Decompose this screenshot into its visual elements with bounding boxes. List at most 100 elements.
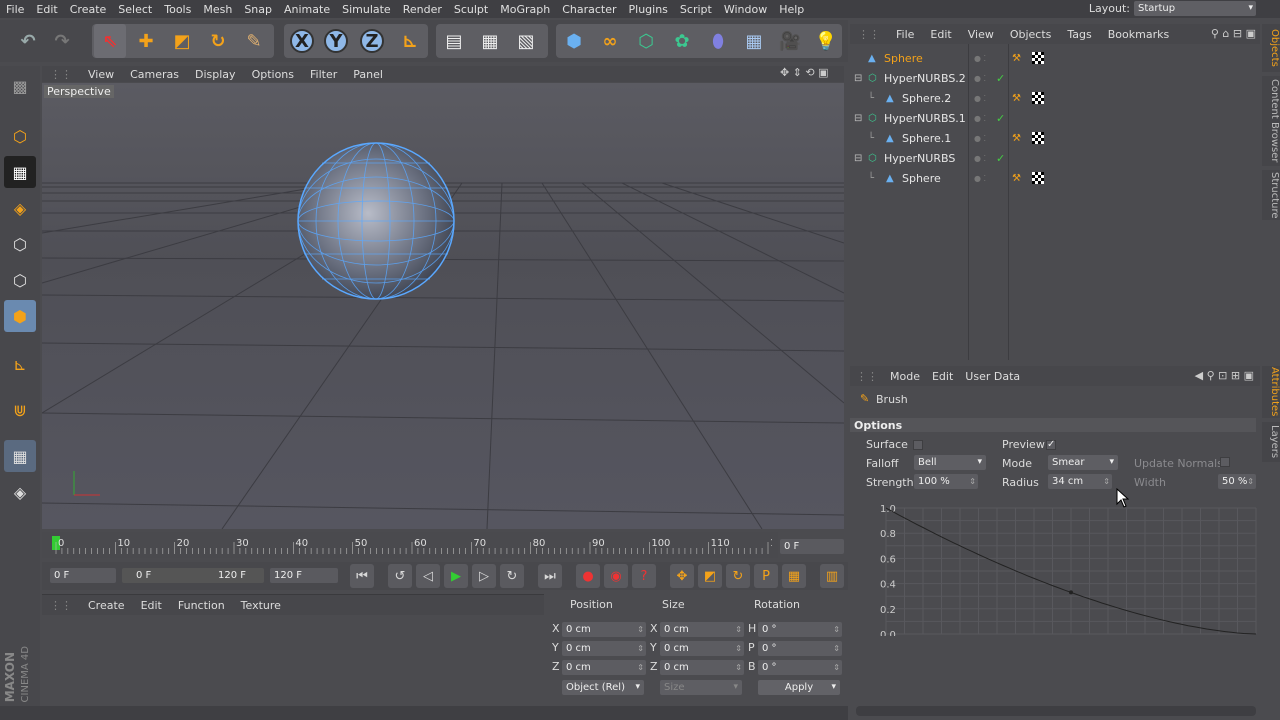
menu-simulate[interactable]: Simulate xyxy=(336,3,397,16)
object-row[interactable]: ⊟ ⬡ HyperNURBS ● ⁚ ✓ xyxy=(850,148,1260,168)
viewport-menu-filter[interactable]: Filter xyxy=(302,68,345,81)
cube-icon[interactable]: ⬢ xyxy=(558,24,590,58)
strength-field[interactable]: 100 % xyxy=(914,474,978,489)
key-rotation-icon[interactable]: ↻ xyxy=(726,564,750,588)
select-arrow-icon[interactable]: ⇖ xyxy=(94,24,126,58)
menu-character[interactable]: Character xyxy=(556,3,622,16)
viewport-menu-options[interactable]: Options xyxy=(244,68,302,81)
surface-checkbox[interactable] xyxy=(913,440,923,450)
enabled-check-icon[interactable]: ✓ xyxy=(996,72,1005,85)
previous-frame-icon[interactable]: ◁ xyxy=(416,564,440,588)
mode-dropdown[interactable]: Smear xyxy=(1048,455,1118,470)
frame-range-slider[interactable]: 0 F 120 F xyxy=(122,568,264,583)
texture-tag-icon[interactable] xyxy=(1032,172,1044,184)
sculpt-tag-icon[interactable]: ⚒ xyxy=(1012,53,1021,64)
expand-toggle-icon[interactable]: ⊟ xyxy=(854,73,862,84)
light-icon[interactable]: 💡 xyxy=(810,24,842,58)
camera-icon[interactable]: 🎥 xyxy=(774,24,806,58)
viewport-nav-icons[interactable]: ✥ ⇕ ⟲ ▣ xyxy=(780,66,829,79)
rotation-field[interactable]: 0 ° xyxy=(758,641,842,656)
material-menu-edit[interactable]: Edit xyxy=(133,599,170,612)
snap-magnet-icon[interactable]: ⋓ xyxy=(4,394,36,426)
expand-toggle-icon[interactable]: ⊟ xyxy=(854,153,862,164)
menu-select[interactable]: Select xyxy=(112,3,158,16)
width-field[interactable]: 50 % xyxy=(1218,474,1256,489)
menu-help[interactable]: Help xyxy=(773,3,810,16)
layers-side-tab[interactable]: Layers xyxy=(1262,422,1280,462)
structure-side-tab[interactable]: Structure xyxy=(1262,170,1280,220)
menu-animate[interactable]: Animate xyxy=(278,3,336,16)
menu-tools[interactable]: Tools xyxy=(158,3,197,16)
keyframe-selection-icon[interactable]: ? xyxy=(632,564,656,588)
coord-mode-dropdown[interactable]: Object (Rel) xyxy=(562,680,644,695)
position-field[interactable]: 0 cm xyxy=(562,641,646,656)
key-scale-icon[interactable]: ◩ xyxy=(698,564,722,588)
object-row[interactable]: └ ▲ Sphere.1 ● ⁚ ⚒ xyxy=(850,128,1260,148)
brush-icon[interactable]: ✎ xyxy=(238,24,270,58)
current-frame-field[interactable]: 0 F xyxy=(780,539,844,554)
array-icon[interactable]: ✿ xyxy=(666,24,698,58)
z-axis-icon[interactable]: Z xyxy=(356,24,388,58)
attribute-scrollbar[interactable] xyxy=(856,706,1256,716)
play-icon[interactable]: ▶ xyxy=(444,564,468,588)
texture-tag-icon[interactable] xyxy=(1032,92,1044,104)
position-field[interactable]: 0 cm xyxy=(562,622,646,637)
attribute-menu-user-data[interactable]: User Data xyxy=(959,370,1026,383)
viewport-menu-display[interactable]: Display xyxy=(187,68,244,81)
object-row[interactable]: ⊟ ⬡ HyperNURBS.2 ● ⁚ ✓ xyxy=(850,68,1260,88)
menu-plugins[interactable]: Plugins xyxy=(623,3,674,16)
material-menu-texture[interactable]: Texture xyxy=(233,599,289,612)
size-field[interactable]: 0 cm xyxy=(660,641,744,656)
visibility-dots-icon[interactable]: ● ⁚ xyxy=(974,154,986,163)
expand-toggle-icon[interactable]: ⊟ xyxy=(854,113,862,124)
attribute-menu-mode[interactable]: Mode xyxy=(884,370,926,383)
key-position-icon[interactable]: ✥ xyxy=(670,564,694,588)
timeline-ruler[interactable]: 0 10 20 30 40 50 60 70 80 90 100 110 120 xyxy=(42,532,778,558)
enabled-check-icon[interactable]: ✓ xyxy=(996,152,1005,165)
attribute-menu-edit[interactable]: Edit xyxy=(926,370,959,383)
grid-snap-icon[interactable]: ◈ xyxy=(4,476,36,508)
object-row[interactable]: ▲ Sphere ● ⁚ ⚒ xyxy=(850,48,1260,68)
visibility-dots-icon[interactable]: ● ⁚ xyxy=(974,174,986,183)
menu-mesh[interactable]: Mesh xyxy=(197,3,238,16)
sculpt-tag-icon[interactable]: ⚒ xyxy=(1012,93,1021,104)
visibility-dots-icon[interactable]: ● ⁚ xyxy=(974,54,986,63)
menu-window[interactable]: Window xyxy=(718,3,773,16)
autokey-icon[interactable]: ◉ xyxy=(604,564,628,588)
x-axis-icon[interactable]: X xyxy=(286,24,318,58)
rotation-field[interactable]: 0 ° xyxy=(758,622,842,637)
menu-sculpt[interactable]: Sculpt xyxy=(448,3,494,16)
objects-side-tab[interactable]: Objects xyxy=(1262,24,1280,72)
menu-file[interactable]: File xyxy=(0,3,30,16)
visibility-dots-icon[interactable]: ● ⁚ xyxy=(974,134,986,143)
object-toolbar-icons[interactable]: ⚲ ⌂ ⊟ ▣ xyxy=(1211,27,1256,40)
menu-render[interactable]: Render xyxy=(397,3,448,16)
points-mode-icon[interactable]: ⬡ xyxy=(4,228,36,260)
preview-checkbox[interactable]: ✓ xyxy=(1046,440,1056,450)
next-key-icon[interactable]: ↻ xyxy=(500,564,524,588)
sculpt-tag-icon[interactable]: ⚒ xyxy=(1012,133,1021,144)
size-mode-dropdown[interactable]: Size xyxy=(660,680,742,695)
y-axis-icon[interactable]: Y xyxy=(320,24,352,58)
object-menu-edit[interactable]: Edit xyxy=(922,28,959,41)
workplane-lock-icon[interactable]: ▦ xyxy=(4,440,36,472)
falloff-dropdown[interactable]: Bell xyxy=(914,455,986,470)
visibility-dots-icon[interactable]: ● ⁚ xyxy=(974,94,986,103)
viewport-menu-view[interactable]: View xyxy=(80,68,122,81)
record-icon[interactable]: ● xyxy=(576,564,600,588)
nurbs-icon[interactable]: ⬡ xyxy=(630,24,662,58)
texture-mode-icon[interactable]: ▦ xyxy=(4,156,36,188)
redo-icon[interactable]: ↷ xyxy=(46,24,78,58)
deformer-icon[interactable]: ⬮ xyxy=(702,24,734,58)
sculpt-tag-icon[interactable]: ⚒ xyxy=(1012,173,1021,184)
object-menu-file[interactable]: File xyxy=(888,28,922,41)
render-settings-icon[interactable]: ▧ xyxy=(510,24,542,58)
edges-mode-icon[interactable]: ⬡ xyxy=(4,264,36,296)
content-browser-side-tab[interactable]: Content Browser xyxy=(1262,76,1280,166)
axis-mode-icon[interactable]: ⊾ xyxy=(4,348,36,380)
scale-icon[interactable]: ◩ xyxy=(166,24,198,58)
spline-icon[interactable]: ∞ xyxy=(594,24,626,58)
enabled-check-icon[interactable]: ✓ xyxy=(996,112,1005,125)
object-row[interactable]: ⊟ ⬡ HyperNURBS.1 ● ⁚ ✓ xyxy=(850,108,1260,128)
menu-script[interactable]: Script xyxy=(674,3,718,16)
